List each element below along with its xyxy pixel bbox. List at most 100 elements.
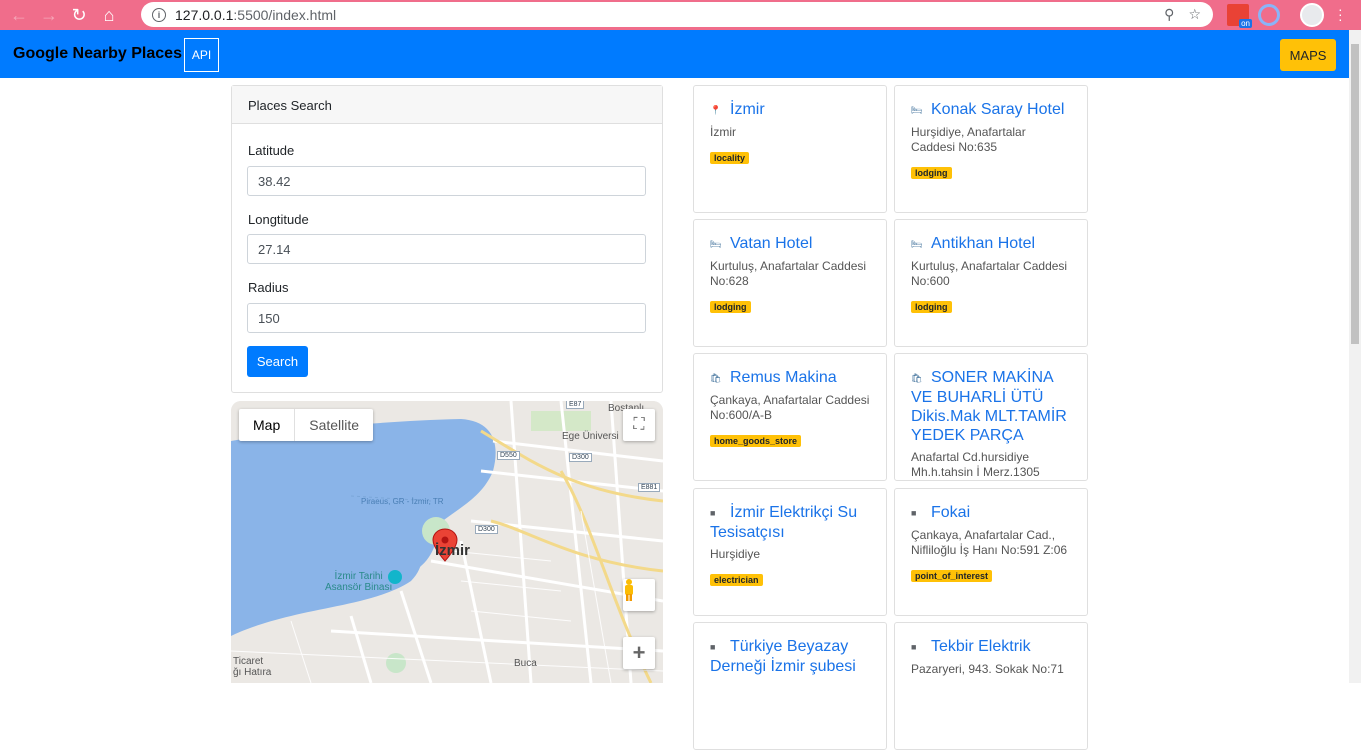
place-name-text[interactable]: Tekbir Elektrik [931,638,1031,655]
place-type-badge: lodging [911,301,952,313]
search-button[interactable]: Search [247,346,308,377]
place-address: Pazaryeri, 943. Sokak No:71 [911,662,1064,676]
pegman-icon[interactable] [623,579,655,611]
place-card: ■ İzmir Elektrikçi Su Tesisatçısı Hurşidiy… [693,488,887,616]
forward-icon[interactable]: → [38,4,60,26]
profile-avatar[interactable] [1300,3,1324,27]
place-address: Çankaya, Anafartalar Cad., Nifliloğlu İş… [911,528,1068,557]
road-shield-e881: E881 [638,483,661,492]
place-type-badge: lodging [710,301,751,313]
generic-icon: ■ [911,508,917,518]
place-address: Çankaya, Anafartalar Caddesi No:600/A-B [710,393,870,422]
store-icon: 🛍 [710,373,722,383]
map-tab[interactable]: Map [239,409,296,441]
latitude-input[interactable]: 38.42 [247,166,646,196]
place-name[interactable]: 🛏 Vatan Hotel [710,234,870,254]
road-shield-d300-south: D300 [475,525,498,534]
store-icon: 🛍 [911,373,923,383]
place-card: ■ Tekbir Elektrik Pazaryeri, 943. Sokak No… [894,622,1088,750]
brand-title[interactable]: Google Nearby Places [13,45,182,63]
place-address: Hurşidiye [710,547,761,561]
place-name[interactable]: 🛍 SONER MAKİNA VE BUHARLİ ÜTÜ Dikis.Mak M… [911,368,1071,445]
radius-input[interactable]: 150 [247,303,646,333]
satellite-tab[interactable]: Satellite [295,409,373,441]
place-card: ■ Türkiye Beyazay Derneği İzmir şubesi [693,622,887,750]
place-card: 🛏 Vatan Hotel Kurtuluş, Anafartalar Caddes… [693,219,887,347]
place-card: 🛏 Konak Saray Hotel Hurşidiye, Anafartalar… [894,85,1088,213]
place-name[interactable]: ■ Tekbir Elektrik [911,637,1071,657]
url-text[interactable]: 127.0.0.1:5500/index.html [175,7,336,23]
longitude-label: Longtitude [248,212,309,227]
places-search-card: Places Search Latitude 38.42 Longtitude … [231,85,663,393]
place-card: 🛍 Remus Makina Çankaya, Anafartalar Caddes… [693,353,887,481]
road-shield-e87: E87 [566,401,585,409]
place-name-text[interactable]: Konak Saray Hotel [931,101,1064,118]
generic-icon: ■ [710,642,716,652]
place-address: Kurtuluş, Anafartalar Caddesi No:628 [710,259,867,288]
place-name[interactable]: ■ İzmir Elektrikçi Su Tesisatçısı [710,503,870,542]
place-name[interactable]: 🛏 Konak Saray Hotel [911,100,1071,120]
map-label-buca: Buca [514,658,537,669]
app-navbar: Google Nearby Places API MAPS [0,30,1349,78]
place-type-badge: home_goods_store [710,435,802,447]
generic-icon: ■ [911,642,917,652]
address-bar[interactable]: i 127.0.0.1:5500/index.html ⚲ ☆ [141,2,1213,27]
road-shield-d550: D550 [497,451,520,460]
fullscreen-icon[interactable]: ⛶ [623,409,655,441]
place-name-text[interactable]: Vatan Hotel [730,235,812,252]
bed-icon: 🛏 [710,239,722,249]
place-type-badge: lodging [911,167,952,179]
place-name-text[interactable]: Fokai [931,504,970,521]
place-name[interactable]: 🛍 Remus Makina [710,368,870,388]
map-label-izmir: İzmir [435,542,471,559]
place-type-badge: point_of_interest [911,570,993,582]
location-icon: 📍 [710,105,722,115]
place-name-text[interactable]: Antikhan Hotel [931,235,1035,252]
place-card: ■ Fokai Çankaya, Anafartalar Cad., Niflilo… [894,488,1088,616]
place-address: Hurşidiye, Anafartalar Caddesi No:635 [911,125,1026,154]
latitude-label: Latitude [248,143,295,158]
map-label-ticaret: Ticaret ğı Hatıra [233,656,272,678]
reload-icon[interactable]: ↻ [68,4,90,26]
bed-icon: 🛏 [911,239,923,249]
radius-label: Radius [248,280,289,295]
map-label-ege: Ege Üniversi [562,431,619,442]
place-name-text[interactable]: İzmir Elektrikçi Su Tesisatçısı [710,504,857,541]
place-name[interactable]: 🛏 Antikhan Hotel [911,234,1071,254]
place-name-text[interactable]: SONER MAKİNA VE BUHARLİ ÜTÜ Dikis.Mak ML… [911,369,1067,444]
road-shield-d300: D300 [569,453,592,462]
maps-button[interactable]: MAPS [1280,39,1336,71]
scrollbar-thumb[interactable] [1351,44,1359,344]
place-name-text[interactable]: İzmir [730,101,765,118]
map-label-poi: İzmir Tarihi Asansör Binası [325,571,393,593]
extension-icon[interactable]: on [1227,4,1252,28]
place-card: 🛏 Antikhan Hotel Kurtuluş, Anafartalar Cad… [894,219,1088,347]
longitude-input[interactable]: 27.14 [247,234,646,264]
place-type-badge: electrician [710,574,763,586]
generic-icon: ■ [710,508,716,518]
browser-toolbar: ← → ↻ ⌂ i 127.0.0.1:5500/index.html ⚲ ☆ … [0,0,1361,30]
place-name-text[interactable]: Remus Makina [730,369,837,386]
place-name-text[interactable]: Türkiye Beyazay Derneği İzmir şubesi [710,638,856,675]
zoom-in-icon[interactable]: + [623,637,655,669]
page-scrollbar[interactable] [1349,30,1361,683]
place-name[interactable]: ■ Türkiye Beyazay Derneği İzmir şubesi [710,637,870,676]
home-icon[interactable]: ⌂ [98,4,120,26]
place-address: İzmir [710,125,736,139]
api-button[interactable]: API [184,38,219,72]
info-icon[interactable]: i [152,7,166,22]
place-card: 📍 İzmir İzmir locality [693,85,887,213]
bookmark-star-icon[interactable]: ☆ [1188,6,1201,23]
place-name[interactable]: 📍 İzmir [710,100,870,120]
zoom-icon[interactable]: ⚲ [1164,6,1174,23]
place-address: Kurtuluş, Anafartalar Caddesi No:600 [911,259,1068,288]
map-label-ferry: Piraeus, GR - İzmir, TR [361,497,444,506]
back-icon[interactable]: ← [8,4,30,26]
place-name[interactable]: ■ Fokai [911,503,1071,523]
google-map[interactable]: Bostanlı Ege Üniversi Piraeus, GR - İzmi… [231,401,663,683]
place-card: 🛍 SONER MAKİNA VE BUHARLİ ÜTÜ Dikis.Mak M… [894,353,1088,481]
place-address: Anafartal Cd.hursidiye Mh.h.tahsin İ Mer… [911,450,1040,479]
extension-sync-icon[interactable] [1258,4,1280,26]
map-type-control: Map Satellite [239,409,374,441]
browser-menu-icon[interactable]: · · · [1338,2,1343,26]
